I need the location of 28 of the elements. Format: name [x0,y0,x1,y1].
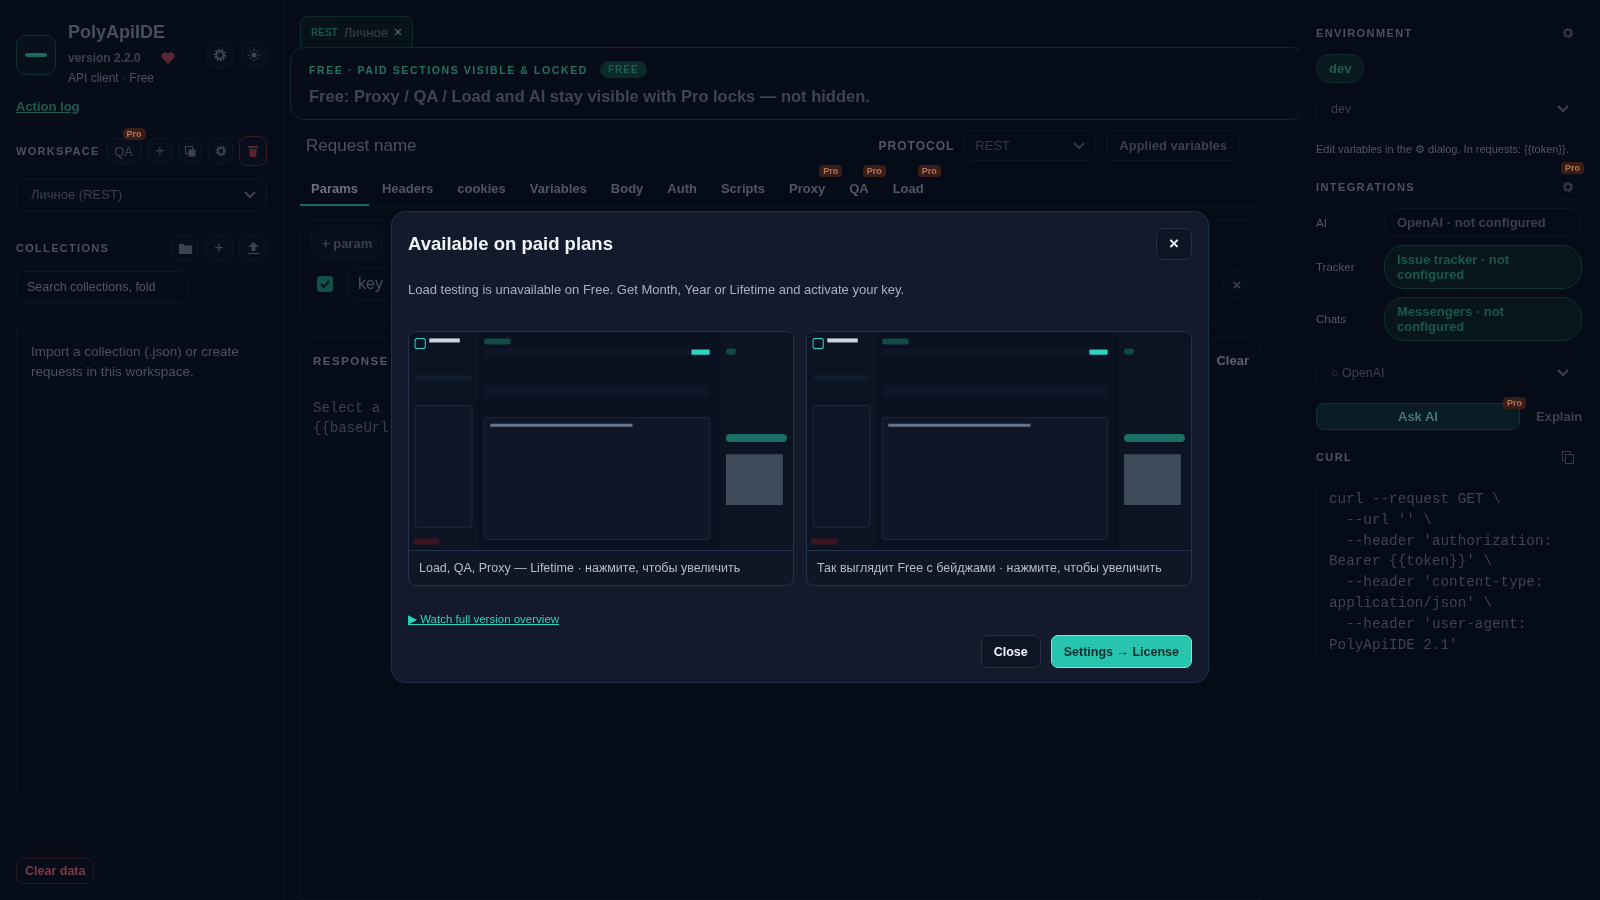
section-label: WORKSPACE [16,145,100,157]
pro-badge: Pro [917,165,941,177]
section-label: RESPONSE [313,354,389,367]
section-label: ENVIRONMENT [1316,27,1413,39]
modal-title: Available on paid plans [408,233,613,255]
section-label: COLLECTIONS [16,242,110,254]
pro-badge: Pro [1561,162,1584,174]
integration-label: Chats [1316,313,1348,325]
section-label: INTEGRATIONS [1316,181,1416,193]
protocol-label: PROTOCOL [878,138,955,153]
app-name: PolyApiIDE [68,22,166,43]
banner-text: Free: Proxy / QA / Load and AI stay visible with Pro locks — not hidden. [309,87,871,106]
integration-label: AI [1316,216,1328,229]
pro-badge: Pro [1503,397,1526,409]
pro-badge: Pro [819,165,843,177]
pro-badge: Pro [862,165,886,177]
method-label: REST [311,26,338,38]
modal-text: Load testing is unavailable on Free. Get Month, Year or Lifetime and activate your key. [408,282,906,297]
preview-caption: Load, QA, Proxy — Lifetime · нажмите, чтобы увеличить [409,550,793,585]
section-label: CURL [1316,451,1353,463]
empty-state-text: Import a collection (.json) or create requests in this workspace. [31,343,240,381]
app-subtitle: API client · Free [68,71,156,85]
curl-code: curl --request GET \ --url '' \ --header 'authorization: Bearer {{token}}' \ --header 'content-type: application/json' \ --header 'user-agent: PolyApiIDE 2.1' [1316,478,1582,667]
pro-badge: Pro [122,128,146,140]
preview-caption: Так выглядит Free с бейджами · нажмите, чтобы увеличить [807,550,1191,585]
integration-label: Tracker [1316,261,1356,273]
banner-eyebrow: FREE · PAID SECTIONS VISIBLE & LOCKED [309,63,588,76]
environment-hint: Edit variables in the ⚙ dialog. In requests: {{token}}. [1316,143,1570,156]
